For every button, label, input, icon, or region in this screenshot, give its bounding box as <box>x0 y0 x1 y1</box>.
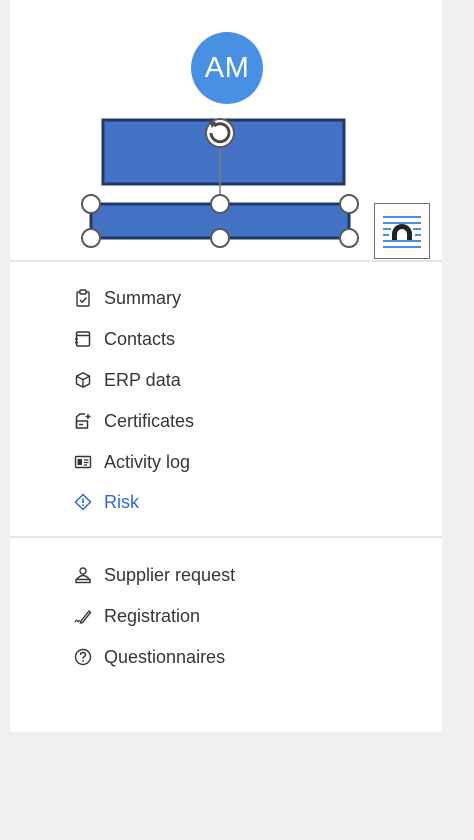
right-gutter <box>442 0 474 840</box>
nav-item-summary[interactable]: Summary <box>72 284 181 312</box>
nav-item-contacts[interactable]: Contacts <box>72 325 175 353</box>
section-divider-bottom <box>10 536 442 538</box>
supplier-person-icon <box>72 564 94 586</box>
nav-label-summary: Summary <box>104 287 182 308</box>
certificate-icon <box>72 410 94 432</box>
cube-icon <box>72 369 94 391</box>
nav-item-registration[interactable]: Registration <box>72 602 200 630</box>
nav-label-supplier-request: Supplier request <box>104 564 236 585</box>
nav-label-activity-log: Activity log <box>104 451 191 472</box>
nav-label-risk: Risk <box>104 491 139 512</box>
nav-item-activity-log[interactable]: Activity log <box>72 448 190 476</box>
nav-item-supplier-request[interactable]: Supplier request <box>72 561 235 589</box>
risk-diamond-icon <box>72 491 94 513</box>
clipboard-check-icon <box>72 287 94 309</box>
nav-label-certificates: Certificates <box>104 410 195 431</box>
nav-label-registration: Registration <box>104 605 201 626</box>
pen-signature-icon <box>72 605 94 627</box>
address-book-icon <box>72 328 94 350</box>
left-gutter <box>0 0 10 840</box>
avatar[interactable]: AM <box>191 32 263 104</box>
id-card-icon <box>72 451 94 473</box>
text-wrap-icon <box>383 216 421 248</box>
nav-item-questionnaires[interactable]: Questionnaires <box>72 643 225 671</box>
layout-options-button[interactable] <box>374 203 430 259</box>
nav-item-erp-data[interactable]: ERP data <box>72 366 181 394</box>
nav-label-contacts: Contacts <box>104 328 176 349</box>
nav-label-questionnaires: Questionnaires <box>104 646 226 667</box>
question-circle-icon <box>72 646 94 668</box>
section-divider-top <box>10 260 442 262</box>
nav-item-certificates[interactable]: Certificates <box>72 407 194 435</box>
nav-label-erp-data: ERP data <box>104 369 181 390</box>
nav-item-risk[interactable]: Risk <box>72 488 139 516</box>
